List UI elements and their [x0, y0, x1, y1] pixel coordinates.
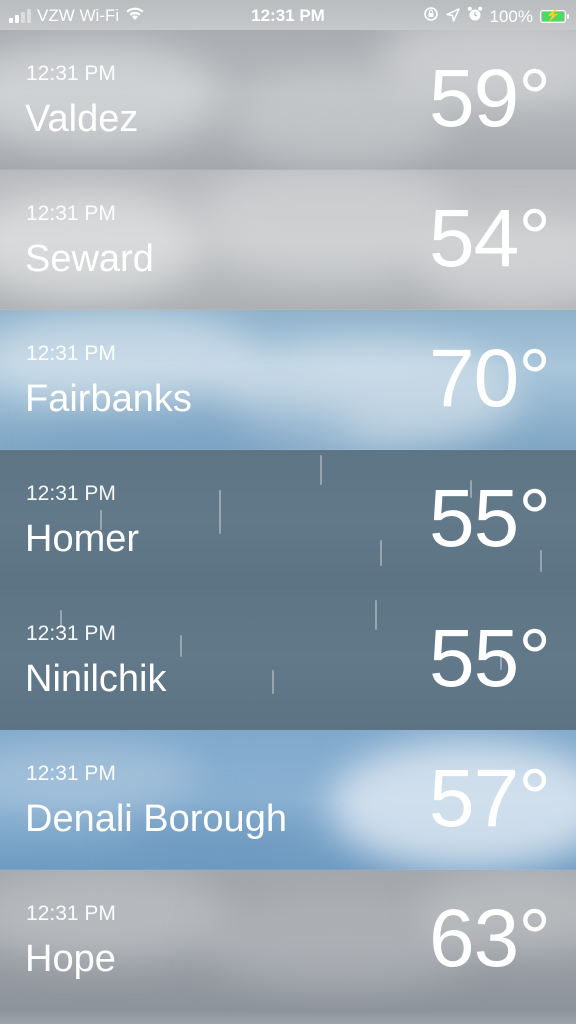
city-name: Homer [25, 518, 140, 560]
local-time: 12:31 PM [26, 342, 116, 365]
local-time: 12:31 PM [26, 762, 116, 785]
battery-charging-icon: ⚡ [540, 8, 569, 23]
alarm-icon [467, 6, 483, 27]
city-name: Seward [25, 238, 154, 280]
temperature: 63° [428, 893, 551, 984]
local-time: 12:31 PM [26, 482, 116, 505]
local-time: 12:31 PM [26, 902, 116, 925]
city-name: Hope [25, 938, 116, 980]
location-list: 12:31 PM Valdez 59° 12:31 PM Seward 54° … [0, 30, 576, 1010]
local-time: 12:31 PM [26, 622, 116, 645]
location-row[interactable]: 12:31 PM Homer 55° [0, 450, 576, 590]
next-row-peek [0, 1010, 576, 1024]
temperature: 55° [428, 473, 551, 564]
temperature: 57° [428, 753, 551, 844]
battery-percent: 100% [489, 6, 533, 26]
location-icon [445, 7, 460, 27]
temperature: 59° [428, 53, 551, 144]
temperature: 55° [428, 613, 551, 704]
location-row[interactable]: 12:31 PM Seward 54° [0, 170, 576, 310]
local-time: 12:31 PM [26, 202, 116, 225]
city-name: Ninilchik [25, 658, 167, 700]
city-name: Valdez [25, 98, 139, 140]
city-name: Fairbanks [25, 378, 192, 420]
status-bar: VZW Wi-Fi 12:31 PM 100% ⚡ [0, 0, 576, 30]
location-row[interactable]: 12:31 PM Ninilchik 55° [0, 590, 576, 730]
location-row[interactable]: 12:31 PM Hope 63° [0, 870, 576, 1010]
temperature: 54° [428, 193, 551, 284]
city-name: Denali Borough [25, 798, 287, 840]
local-time: 12:31 PM [26, 62, 116, 85]
temperature: 70° [428, 333, 551, 424]
location-row[interactable]: 12:31 PM Valdez 59° [0, 30, 576, 170]
orientation-lock-icon [423, 6, 439, 27]
location-row[interactable]: 12:31 PM Denali Borough 57° [0, 730, 576, 870]
status-right: 100% ⚡ [423, 6, 569, 27]
location-row[interactable]: 12:31 PM Fairbanks 70° [0, 310, 576, 450]
